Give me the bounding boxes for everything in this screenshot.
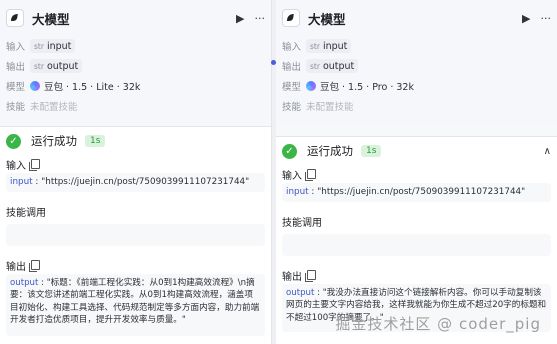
section-title: 技能调用 — [282, 212, 551, 230]
node-actions: ▶ ··· — [236, 12, 265, 25]
meta-label: 技能 — [6, 102, 26, 113]
input-section: 输入 input : "https://juejin.cn/post/75090… — [276, 165, 557, 202]
run-status-header: ✓ 运行成功 1s — [0, 127, 271, 155]
more-icon[interactable]: ··· — [255, 12, 266, 25]
meta-skill-row: 技能 未配置技能 — [282, 96, 551, 116]
play-icon[interactable]: ▶ — [522, 12, 530, 25]
output-var-tag: str output — [30, 59, 83, 73]
skill-output-box — [282, 234, 551, 256]
output-title: 输出 — [6, 261, 26, 273]
play-icon[interactable]: ▶ — [236, 12, 244, 25]
type-label: str — [34, 61, 44, 71]
run-status: 运行成功 — [307, 144, 353, 158]
meta-model-row: 模型 豆包 · 1.5 · Pro · 32k — [282, 76, 551, 96]
skill-section: 技能调用 — [276, 212, 557, 256]
chevron-up-icon[interactable]: ∧ — [544, 146, 551, 157]
llm-node-card[interactable]: 大模型 ▶ ··· 输入 str input 输出 str output 模型 豆包… — [276, 0, 557, 124]
skill-output-box — [6, 224, 265, 246]
var-name: input — [46, 40, 72, 52]
output-json: output : "标题：《前端工程化实践：从0到1构建高效流程》\n摘要：该文… — [6, 274, 265, 336]
node-title: 大模型 — [32, 11, 70, 27]
meta-output-row: 输出 str output — [282, 56, 551, 76]
model-selector: 豆包 · 1.5 · Lite · 32k — [30, 79, 140, 93]
meta-input-row: 输入 str input — [6, 36, 265, 56]
output-title: 输出 — [282, 271, 302, 283]
workflow-debug-compare: 大模型 ▶ ··· 输入 str input 输出 str output 模型 豆包… — [0, 0, 557, 344]
run-result-panel: ✓ 运行成功 1s 输入 input : "https://juejin.cn/… — [0, 126, 271, 344]
var-name: input — [322, 40, 348, 52]
duration-badge: 1s — [85, 135, 106, 147]
meta-skill-row: 技能 未配置技能 — [6, 96, 265, 116]
section-title: 技能调用 — [6, 202, 265, 220]
node-header: 大模型 ▶ ··· — [282, 6, 551, 30]
model-name: 豆包 · 1.5 · Pro · 32k — [320, 82, 414, 93]
meta-label: 技能 — [282, 102, 302, 113]
meta-label: 输出 — [6, 62, 26, 73]
type-label: str — [34, 41, 44, 51]
section-title: 输出 — [6, 256, 265, 274]
meta-model-row: 模型 豆包 · 1.5 · Lite · 32k — [6, 76, 265, 96]
meta-label: 输入 — [282, 42, 302, 53]
output-section: 输出 output : "标题：《前端工程化实践：从0到1构建高效流程》\n摘要… — [0, 256, 271, 336]
model-selector: 豆包 · 1.5 · Pro · 32k — [306, 79, 414, 93]
skill-title: 技能调用 — [282, 217, 322, 229]
more-icon[interactable]: ··· — [541, 12, 552, 25]
node-meta: 输入 str input 输出 str output 模型 豆包 · 1.5 · P… — [282, 36, 551, 116]
llm-node-card[interactable]: 大模型 ▶ ··· 输入 str input 输出 str output 模型 豆包… — [0, 0, 271, 124]
meta-output-row: 输出 str output — [6, 56, 265, 76]
node-header: 大模型 ▶ ··· — [6, 6, 265, 30]
check-circle-icon: ✓ — [6, 133, 21, 149]
json-value: "https://juejin.cn/post/7509039911107231… — [317, 187, 526, 197]
meta-label: 输入 — [6, 42, 26, 53]
json-key: output — [286, 288, 315, 298]
meta-label: 输出 — [282, 62, 302, 73]
json-key: output — [10, 278, 39, 288]
copy-icon[interactable] — [305, 169, 316, 181]
meta-label: 模型 — [6, 82, 26, 93]
node-meta: 输入 str input 输出 str output 模型 豆包 · 1.5 · L… — [6, 36, 265, 116]
skill-value: 未配置技能 — [306, 102, 354, 113]
input-title: 输入 — [6, 160, 26, 172]
left-llm-node-panel: 大模型 ▶ ··· 输入 str input 输出 str output 模型 豆包… — [0, 0, 272, 344]
copy-icon[interactable] — [29, 159, 40, 171]
input-title: 输入 — [282, 170, 302, 182]
input-var-tag: str input — [306, 39, 352, 53]
input-section: 输入 input : "https://juejin.cn/post/75090… — [0, 155, 271, 192]
skill-value: 未配置技能 — [30, 102, 78, 113]
input-var-tag: str input — [30, 39, 76, 53]
node-actions: ▶ ··· — [522, 12, 551, 25]
output-var-tag: str output — [306, 59, 359, 73]
doubao-icon — [306, 81, 316, 91]
var-name: output — [322, 60, 355, 72]
bird-icon — [282, 9, 300, 27]
input-json: input : "https://juejin.cn/post/75090399… — [6, 173, 265, 192]
copy-icon[interactable] — [29, 260, 40, 272]
model-name: 豆包 · 1.5 · Lite · 32k — [44, 82, 141, 93]
section-title: 输出 — [282, 266, 551, 284]
copy-icon[interactable] — [305, 270, 316, 282]
section-title: 输入 — [6, 155, 265, 173]
var-name: output — [46, 60, 79, 72]
watermark: 掘金技术社区 @ coder_pig — [335, 315, 541, 333]
right-llm-node-panel: 大模型 ▶ ··· 输入 str input 输出 str output 模型 豆包… — [276, 0, 557, 344]
input-json: input : "https://juejin.cn/post/75090399… — [282, 183, 551, 202]
json-value: "https://juejin.cn/post/7509039911107231… — [41, 177, 250, 187]
run-status: 运行成功 — [31, 134, 77, 148]
section-title: 输入 — [282, 165, 551, 183]
json-value: "标题：《前端工程化实践：从0到1构建高效流程》\n摘要：该文您讲述前端工程化实… — [10, 278, 260, 325]
skill-section: 技能调用 — [0, 202, 271, 246]
json-key: input — [10, 177, 33, 187]
json-key: input — [286, 187, 309, 197]
run-status-header: ✓ 运行成功 1s ∧ — [276, 137, 557, 165]
bird-icon — [6, 9, 24, 27]
check-circle-icon: ✓ — [282, 143, 297, 159]
duration-badge: 1s — [361, 145, 382, 157]
node-title: 大模型 — [308, 11, 346, 27]
skill-title: 技能调用 — [6, 207, 46, 219]
type-label: str — [310, 41, 320, 51]
meta-label: 模型 — [282, 82, 302, 93]
type-label: str — [310, 61, 320, 71]
meta-input-row: 输入 str input — [282, 36, 551, 56]
doubao-icon — [30, 81, 40, 91]
